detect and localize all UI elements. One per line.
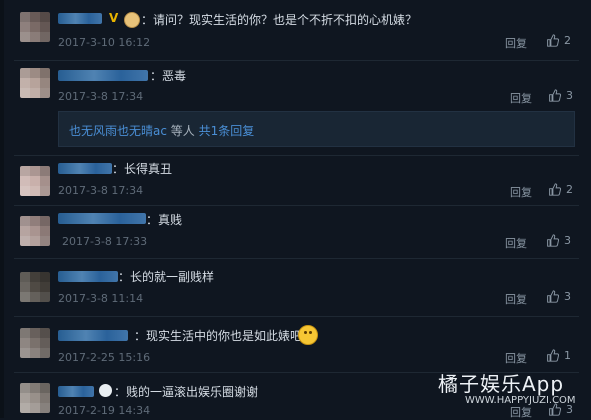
- thumbs-up-icon: [547, 349, 559, 362]
- comment-text: ：请问？现实生活的你？也是个不折不扣的心机婊？: [141, 13, 418, 27]
- avatar[interactable]: [20, 68, 50, 98]
- comment-text: ：长得真丑: [112, 162, 173, 176]
- thumbs-up-icon: [547, 234, 559, 247]
- divider: [14, 258, 579, 259]
- divider: [14, 205, 579, 206]
- like-count: 3: [564, 234, 571, 247]
- like-button[interactable]: 3: [546, 290, 571, 303]
- comment-date: 2017-2-25 15:16: [58, 351, 151, 364]
- comment-date: 2017-3-8 17:34: [58, 184, 144, 197]
- thumbs-up-icon: [547, 34, 559, 47]
- comment-text: ：真贱: [146, 213, 183, 227]
- avatar[interactable]: [20, 12, 50, 42]
- like-button[interactable]: 1: [546, 349, 571, 362]
- reply-button[interactable]: 回复: [510, 184, 532, 200]
- username-blurred[interactable]: [58, 70, 148, 81]
- username-blurred[interactable]: [58, 13, 102, 24]
- reply-summary-box[interactable]: 也无风雨也无晴ac 等人 共1条回复: [58, 111, 575, 147]
- like-button[interactable]: 3: [546, 234, 571, 247]
- avatar[interactable]: [20, 216, 50, 246]
- divider: [14, 316, 579, 317]
- comment-date: 2017-2-19 14:34: [58, 404, 151, 417]
- like-button[interactable]: 2: [546, 34, 571, 47]
- like-button[interactable]: 3: [548, 89, 573, 102]
- like-button[interactable]: 2: [548, 183, 573, 196]
- username-blurred[interactable]: [58, 330, 128, 341]
- username-blurred[interactable]: [58, 163, 112, 174]
- medal-icon: [124, 12, 140, 28]
- reply-button[interactable]: 回复: [505, 35, 527, 51]
- username-blurred[interactable]: [58, 271, 118, 282]
- reply-summary: 也无风雨也无晴ac 等人 共1条回复: [69, 124, 255, 138]
- like-count: 2: [566, 183, 573, 196]
- avatar[interactable]: [20, 166, 50, 196]
- comment-text: ：贱的一逼滚出娱乐圈谢谢: [114, 385, 259, 399]
- comment-date: 2017-3-10 16:12: [58, 36, 151, 49]
- divider: [14, 60, 579, 61]
- view-replies-link[interactable]: 共1条回复: [199, 124, 255, 138]
- like-count: 3: [566, 89, 573, 102]
- avatar[interactable]: [20, 328, 50, 358]
- username-blurred[interactable]: [58, 213, 146, 224]
- comment-text: ：现实生活中的你也是如此婊吧: [134, 329, 303, 343]
- reply-usernames[interactable]: 也无风雨也无晴ac: [69, 124, 167, 138]
- smile-emoji-icon: [298, 325, 318, 345]
- thumbs-up-icon: [549, 183, 561, 196]
- comment-date: 2017-3-8 17:33: [62, 235, 148, 248]
- reply-button[interactable]: 回复: [510, 90, 532, 106]
- verified-v-icon: V: [109, 11, 119, 25]
- watermark-url: WWW.HAPPYJUZI.COM: [465, 395, 576, 406]
- left-edge: [0, 0, 4, 418]
- like-count: 2: [564, 34, 571, 47]
- comment-date: 2017-3-8 17:34: [58, 90, 144, 103]
- thumbs-up-icon: [547, 290, 559, 303]
- comment-date: 2017-3-8 11:14: [58, 292, 144, 305]
- skull-icon: [99, 384, 112, 397]
- comment-text: ：长的就一副贱样: [118, 270, 215, 284]
- reply-button[interactable]: 回复: [505, 350, 527, 366]
- avatar[interactable]: [20, 272, 50, 302]
- watermark-logo: 橘子娱乐App: [438, 372, 565, 396]
- reply-button[interactable]: 回复: [505, 235, 527, 251]
- thumbs-up-icon: [549, 89, 561, 102]
- like-count: 1: [564, 349, 571, 362]
- username-blurred[interactable]: [58, 386, 94, 397]
- comment-text: ：恶毒: [150, 69, 187, 83]
- avatar[interactable]: [20, 383, 50, 413]
- like-count: 3: [564, 290, 571, 303]
- reply-button[interactable]: 回复: [505, 291, 527, 307]
- divider: [14, 155, 579, 156]
